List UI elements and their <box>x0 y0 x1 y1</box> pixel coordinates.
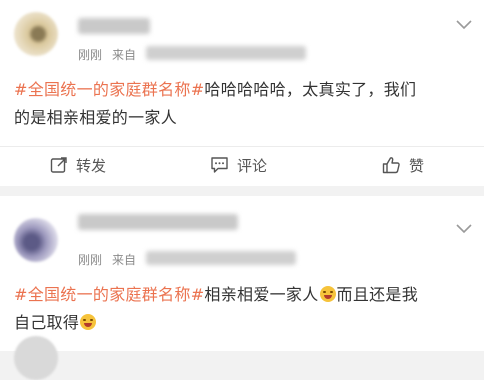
like-button[interactable]: 赞 <box>382 147 424 183</box>
post-text: #全国统一的家庭群名称#相亲相爱一家人 而且还是我 自己取得 <box>14 281 470 337</box>
username-redacted[interactable] <box>78 18 150 34</box>
post-text-line2: 的是相亲相爱的一家人 <box>14 108 178 127</box>
username-redacted[interactable] <box>78 214 238 230</box>
comment-button[interactable]: 评论 <box>210 147 267 183</box>
post-source-prefix: 来自 <box>112 253 137 267</box>
laughing-emoji <box>319 286 336 302</box>
chevron-down-icon[interactable] <box>456 224 472 234</box>
repost-button[interactable]: 转发 <box>50 147 106 183</box>
hashtag-link[interactable]: #全国统一的家庭群名称# <box>14 80 204 99</box>
avatar[interactable] <box>14 218 58 262</box>
post-text: #全国统一的家庭群名称#哈哈哈哈哈，太真实了，我们 的是相亲相爱的一家人 <box>14 76 470 132</box>
post-text-line1: 哈哈哈哈哈，太真实了，我们 <box>204 80 417 99</box>
repost-icon <box>50 157 67 173</box>
post-meta: 刚刚 来自 <box>78 46 136 63</box>
post-text-line1-b: 而且还是我 <box>336 285 419 304</box>
post-time: 刚刚 <box>78 253 103 267</box>
laughing-emoji <box>80 314 97 330</box>
hashtag-link[interactable]: #全国统一的家庭群名称# <box>14 285 204 304</box>
action-bar: 转发 评论 赞 <box>0 147 484 183</box>
chevron-down-icon[interactable] <box>456 20 472 30</box>
post-text-line1-a: 相亲相爱一家人 <box>204 285 319 304</box>
like-label: 赞 <box>409 156 425 175</box>
source-redacted <box>146 46 306 60</box>
avatar[interactable] <box>14 12 58 56</box>
comment-icon <box>211 157 228 173</box>
post-source-prefix: 来自 <box>112 48 137 62</box>
source-redacted <box>146 251 296 265</box>
repost-label: 转发 <box>76 156 107 175</box>
post-text-line2: 自己取得 <box>14 313 80 332</box>
comment-label: 评论 <box>237 156 268 175</box>
post-card: 刚刚 来自 #全国统一的家庭群名称#哈哈哈哈哈，太真实了，我们 的是相亲相爱的一家… <box>0 0 484 186</box>
avatar[interactable] <box>14 336 58 380</box>
like-icon <box>382 157 400 174</box>
post-time: 刚刚 <box>78 48 103 62</box>
post-meta: 刚刚 来自 <box>78 251 136 268</box>
